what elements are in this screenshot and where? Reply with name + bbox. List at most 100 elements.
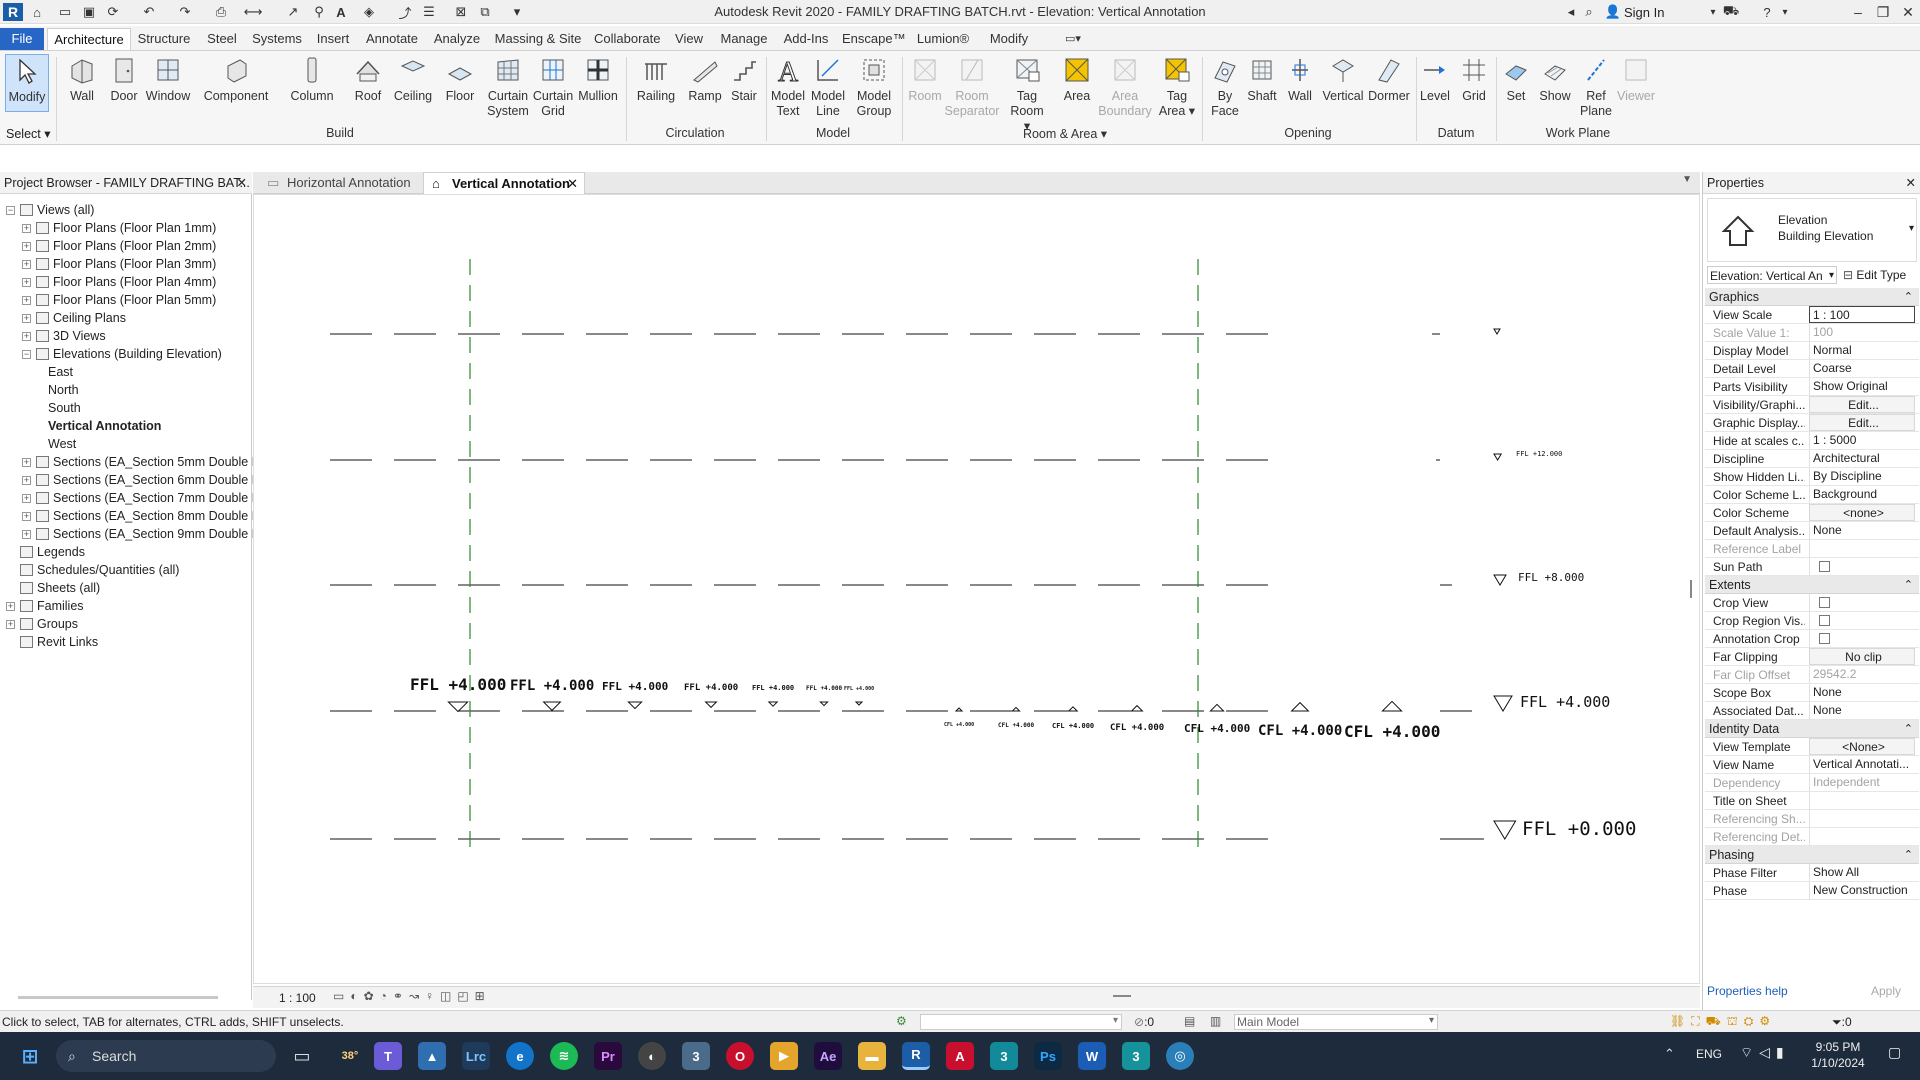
- tab-architecture[interactable]: Architecture: [47, 28, 131, 50]
- vertical-opening-button[interactable]: Vertical: [1320, 54, 1366, 104]
- save-icon[interactable]: ▣: [80, 3, 98, 21]
- windows-start-icon[interactable]: ⊞: [16, 1042, 44, 1070]
- help-menu-chevron-icon[interactable]: ▾: [1776, 3, 1794, 21]
- workset-dropdown[interactable]: ▾: [920, 1014, 1122, 1030]
- wifi-sound-battery-icons[interactable]: ⌔◁▮: [1740, 1044, 1790, 1062]
- browser-node[interactable]: North: [48, 381, 79, 399]
- property-value[interactable]: Coarse: [1809, 360, 1915, 377]
- redo-icon[interactable]: ↷: [176, 3, 194, 21]
- browser-node[interactable]: East: [48, 363, 73, 381]
- help-icon[interactable]: ?: [1758, 3, 1776, 21]
- tab-horizontal-annotation[interactable]: ▭ Horizontal Annotation: [259, 172, 419, 194]
- property-section-header[interactable]: Graphics ⌃: [1705, 288, 1919, 306]
- cart-icon[interactable]: ⛟: [1722, 3, 1740, 21]
- area-boundary-button[interactable]: Area Boundary: [1098, 54, 1152, 119]
- exclude-options-icon[interactable]: ▥: [1210, 1014, 1221, 1028]
- stair-button[interactable]: Stair: [726, 54, 762, 104]
- tab-insert[interactable]: Insert: [314, 28, 352, 50]
- clock-date[interactable]: 1/10/2024: [1808, 1056, 1868, 1070]
- close-icon[interactable]: ✕: [1906, 172, 1916, 194]
- edge-icon[interactable]: e: [506, 1042, 534, 1070]
- checkbox[interactable]: [1819, 615, 1830, 626]
- property-button[interactable]: Edit...: [1809, 414, 1915, 431]
- property-value[interactable]: None: [1809, 702, 1915, 719]
- property-value[interactable]: Show All: [1809, 864, 1915, 881]
- tab-steel[interactable]: Steel: [204, 28, 240, 50]
- opening-by-face-button[interactable]: By Face: [1206, 54, 1244, 119]
- word-icon[interactable]: W: [1078, 1042, 1106, 1070]
- modify-button[interactable]: Modify: [5, 54, 49, 112]
- browser-node[interactable]: + Sections (EA_Section 7mm Double Hea: [22, 489, 275, 507]
- property-value[interactable]: 1 : 5000: [1809, 432, 1915, 449]
- checkbox[interactable]: [1819, 561, 1830, 572]
- selection-options-icons[interactable]: ⛓⛶⛟⛫⛭⚙: [1670, 1014, 1776, 1030]
- horizontal-scrollbar[interactable]: [1113, 995, 1131, 997]
- property-value[interactable]: None: [1809, 522, 1915, 539]
- revit-app-icon[interactable]: R: [3, 3, 23, 21]
- tag-icon[interactable]: ⚲: [310, 3, 328, 21]
- property-section-header[interactable]: Phasing ⌃: [1705, 846, 1919, 864]
- browser-node[interactable]: Schedules/Quantities (all): [6, 561, 179, 579]
- expand-toggle-icon[interactable]: +: [22, 476, 31, 485]
- photoshop-icon[interactable]: Ps: [1034, 1042, 1062, 1070]
- property-value[interactable]: Architectural: [1809, 450, 1915, 467]
- curtain-system-button[interactable]: Curtain System: [484, 54, 532, 119]
- property-value[interactable]: [1809, 792, 1915, 809]
- browser-node[interactable]: + Ceiling Plans: [22, 309, 126, 327]
- property-section-header[interactable]: Extents ⌃: [1705, 576, 1919, 594]
- component-button[interactable]: Component: [200, 54, 272, 104]
- dormer-button[interactable]: Dormer: [1366, 54, 1412, 104]
- browser-node[interactable]: West: [48, 435, 76, 453]
- tag-room-button[interactable]: Tag Room ▾: [1006, 54, 1048, 134]
- tab-add-ins[interactable]: Add-Ins: [782, 28, 830, 50]
- room-button[interactable]: Room: [906, 54, 944, 104]
- spotify-icon[interactable]: ≋: [550, 1042, 578, 1070]
- tab-list-chevron-icon[interactable]: ▼: [1682, 174, 1692, 185]
- browser-node[interactable]: + Floor Plans (Floor Plan 4mm): [22, 273, 216, 291]
- property-value[interactable]: Normal: [1809, 342, 1915, 359]
- expand-toggle-icon[interactable]: −: [22, 350, 31, 359]
- tab-file[interactable]: File: [0, 28, 44, 50]
- thin-lines-icon[interactable]: ☰: [420, 3, 438, 21]
- browser-node[interactable]: Vertical Annotation: [48, 417, 161, 435]
- collapse-icon[interactable]: ⌃: [1904, 720, 1913, 738]
- tab-enscape[interactable]: Enscape™: [842, 28, 906, 50]
- close-tab-icon[interactable]: ✕: [567, 173, 578, 195]
- type-selector[interactable]: Elevation Building Elevation ▾: [1707, 198, 1917, 262]
- sync-icon[interactable]: ⟳: [104, 3, 122, 21]
- revit-taskbar-icon[interactable]: R: [902, 1042, 930, 1070]
- property-checkbox[interactable]: [1809, 558, 1915, 575]
- expand-toggle-icon[interactable]: +: [6, 620, 15, 629]
- ramp-button[interactable]: Ramp: [686, 54, 724, 104]
- model-text-button[interactable]: A Model Text: [768, 54, 808, 119]
- property-button[interactable]: No clip: [1809, 648, 1915, 665]
- minimize-button[interactable]: –: [1845, 0, 1871, 24]
- tab-annotate[interactable]: Annotate: [364, 28, 420, 50]
- restore-button[interactable]: ❐: [1870, 0, 1896, 24]
- print-icon[interactable]: ⎙: [212, 3, 230, 21]
- expand-toggle-icon[interactable]: +: [22, 530, 31, 539]
- viewer-button[interactable]: Viewer: [1616, 54, 1656, 104]
- switch-windows-icon[interactable]: ⧉: [476, 3, 494, 21]
- open-icon[interactable]: ▭: [56, 3, 74, 21]
- collapse-icon[interactable]: ⌃: [1904, 576, 1913, 594]
- browser-node[interactable]: + Sections (EA_Section 5mm Double Hea: [22, 453, 275, 471]
- browser-node[interactable]: + Floor Plans (Floor Plan 2mm): [22, 237, 216, 255]
- steam-icon[interactable]: ◐: [638, 1042, 666, 1070]
- properties-help-link[interactable]: Properties help: [1707, 984, 1788, 998]
- tab-lumion[interactable]: Lumion®: [914, 28, 972, 50]
- expand-toggle-icon[interactable]: +: [22, 512, 31, 521]
- close-window-button[interactable]: ✕: [1895, 0, 1920, 24]
- checkbox[interactable]: [1819, 633, 1830, 644]
- vertical-scrollbar[interactable]: [1690, 580, 1692, 598]
- property-value[interactable]: Background: [1809, 486, 1915, 503]
- file-explorer-icon[interactable]: ▬: [858, 1042, 886, 1070]
- apply-button[interactable]: Apply: [1857, 982, 1915, 1000]
- expand-toggle-icon[interactable]: +: [22, 242, 31, 251]
- browser-node[interactable]: South: [48, 399, 81, 417]
- select-dropdown[interactable]: Select ▾: [6, 126, 51, 141]
- tab-analyze[interactable]: Analyze: [432, 28, 482, 50]
- 3d-view-icon[interactable]: ◈: [360, 3, 378, 21]
- level-button[interactable]: Level: [1418, 54, 1452, 104]
- expand-toggle-icon[interactable]: +: [22, 296, 31, 305]
